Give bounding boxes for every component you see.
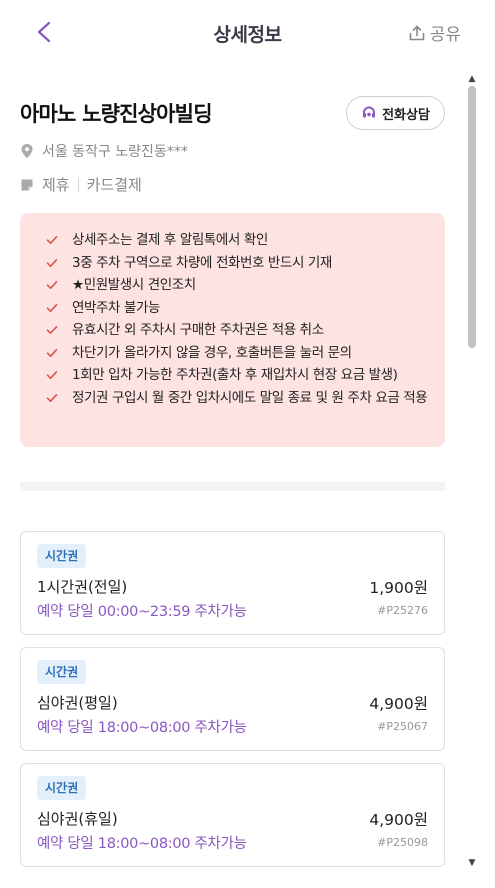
- notice-item: 1회만 입차 가능한 주차권(출차 후 재입차시 현장 요금 발생): [46, 364, 431, 387]
- headset-icon: [363, 106, 376, 118]
- notice-item: 정기권 구입시 월 중간 입차시에도 말일 종료 및 원 주차 요금 적용: [46, 387, 431, 410]
- share-icon: [409, 25, 425, 40]
- address-text: 서울 동작구 노량진동***: [42, 144, 188, 160]
- notice-text: 유효시간 외 주차시 구매한 주차권은 적용 취소: [72, 322, 324, 338]
- scrollbar-thumb[interactable]: [468, 86, 476, 348]
- share-label: 공유: [429, 25, 461, 45]
- notice-text: 상세주소는 결제 후 알림톡에서 확인: [72, 232, 268, 248]
- notice-box: 상세주소는 결제 후 알림톡에서 확인 3중 주차 구역으로 차량에 전화번호 …: [20, 213, 445, 447]
- ticket-price: 4,900원: [369, 811, 428, 829]
- address-row: 서울 동작구 노량진동***: [20, 141, 188, 161]
- ticket-code: #P25067: [377, 720, 428, 733]
- check-icon: [46, 258, 58, 267]
- notice-item: 3중 주차 구역으로 차량에 전화번호 반드시 기재: [46, 252, 431, 275]
- top-bar: 상세정보 공유: [0, 0, 495, 64]
- ticket-card[interactable]: 시간권 심야권(평일) 4,900원 예약 당일 18:00~08:00 주차가…: [20, 647, 445, 751]
- share-button[interactable]: 공유: [408, 20, 461, 45]
- ticket-price: 1,900원: [369, 579, 428, 597]
- check-icon: [46, 393, 58, 402]
- tags-row: 제휴 카드결제: [20, 174, 142, 195]
- ticket-type-badge: 시간권: [37, 776, 87, 800]
- notice-item: 상세주소는 결제 후 알림톡에서 확인: [46, 229, 431, 252]
- check-icon: [46, 325, 58, 334]
- notice-item: 연박주차 불가능: [46, 297, 431, 320]
- scroll-down-arrow[interactable]: ▼: [466, 858, 478, 868]
- check-icon: [46, 303, 58, 312]
- notice-text: 1회만 입차 가능한 주차권(출차 후 재입차시 현장 요금 발생): [72, 367, 398, 383]
- call-consult-label: 전화상담: [382, 107, 430, 123]
- check-icon: [46, 348, 58, 357]
- notice-text: ★민원발생시 견인조치: [72, 277, 196, 293]
- ticket-type-badge: 시간권: [37, 544, 87, 568]
- location-pin-icon: [21, 144, 33, 158]
- notice-text: 정기권 구입시 월 중간 입차시에도 말일 종료 및 원 주차 요금 적용: [72, 389, 428, 406]
- check-icon: [46, 280, 58, 289]
- notice-text: 차단기가 올라가지 않을 경우, 호출버튼을 눌러 문의: [72, 344, 352, 361]
- ticket-time: 예약 당일 18:00~08:00 주차가능: [37, 836, 247, 852]
- tag-divider: [77, 177, 79, 192]
- check-icon: [46, 235, 58, 244]
- ticket-time: 예약 당일 00:00~23:59 주차가능: [37, 604, 247, 620]
- ticket-name: 심야권(휴일): [37, 810, 118, 828]
- place-name: 아마노 노량진상아빌딩: [20, 102, 213, 126]
- notice-text: 연박주차 불가능: [72, 299, 161, 316]
- ticket-code: #P25098: [377, 836, 428, 849]
- ticket-type-badge: 시간권: [37, 660, 87, 684]
- ticket-time: 예약 당일 18:00~08:00 주차가능: [37, 720, 247, 736]
- ticket-name: 심야권(평일): [37, 694, 118, 712]
- ticket-code: #P25276: [377, 604, 428, 617]
- vertical-scrollbar[interactable]: ▲ ▼: [466, 72, 478, 868]
- check-icon: [46, 370, 58, 379]
- detail-content: 아마노 노량진상아빌딩 전화상담 서울 동작구 노량진동*** 제휴 카드결제 …: [0, 64, 466, 888]
- ticket-price: 4,900원: [369, 695, 428, 713]
- notice-text: 3중 주차 구역으로 차량에 전화번호 반드시 기재: [72, 254, 332, 271]
- section-divider: [20, 482, 445, 491]
- notice-item: 유효시간 외 주차시 구매한 주차권은 적용 취소: [46, 319, 431, 342]
- notice-item: ★민원발생시 견인조치: [46, 274, 431, 297]
- notice-item: 차단기가 올라가지 않을 경우, 호출버튼을 눌러 문의: [46, 342, 431, 365]
- tag-partner: 제휴: [42, 176, 70, 194]
- scroll-up-arrow[interactable]: ▲: [466, 74, 478, 84]
- call-consult-button[interactable]: 전화상담: [346, 96, 445, 130]
- tag-icon: [21, 179, 33, 190]
- tag-card-payment: 카드결제: [86, 176, 142, 194]
- ticket-card[interactable]: 시간권 1시간권(전일) 1,900원 예약 당일 00:00~23:59 주차…: [20, 531, 445, 635]
- ticket-name: 1시간권(전일): [37, 578, 128, 596]
- ticket-card[interactable]: 시간권 심야권(휴일) 4,900원 예약 당일 18:00~08:00 주차가…: [20, 763, 445, 867]
